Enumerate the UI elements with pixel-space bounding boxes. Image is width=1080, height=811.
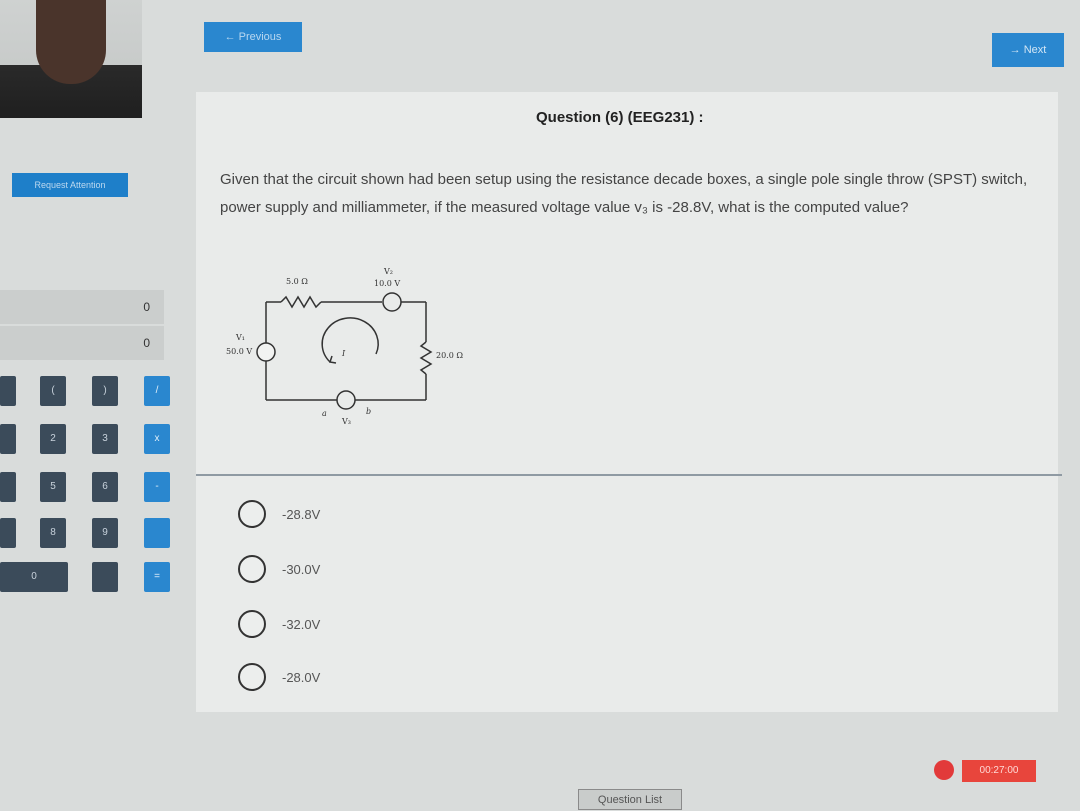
webcam-feed (0, 0, 142, 118)
calculator-display-top: 0 (0, 290, 164, 324)
calc-key-9[interactable]: 9 (92, 518, 118, 548)
v3-name: V₃ (341, 417, 351, 426)
option-1[interactable]: -28.8V (238, 500, 320, 528)
option-label: -28.0V (282, 669, 321, 685)
option-2[interactable]: -30.0V (238, 555, 320, 583)
calc-key-3[interactable]: 3 (92, 424, 118, 454)
question-title: Question (6) (EEG231) : (536, 109, 704, 126)
r1-label: 5.0 Ω (286, 277, 308, 286)
v1-name: V₁ (235, 333, 245, 342)
radio-button[interactable] (238, 555, 266, 583)
option-4[interactable]: -28.0V (238, 663, 320, 691)
calc-key[interactable] (0, 518, 16, 548)
previous-button[interactable]: ← Previous (204, 22, 302, 52)
node-b-label: b (366, 407, 371, 416)
node-a-label: a (322, 409, 327, 418)
question-list-button[interactable]: Question List (578, 789, 682, 810)
option-label: -32.0V (282, 616, 321, 632)
alarm-clock-icon (934, 760, 954, 780)
proctor-face (36, 0, 106, 84)
option-label: -30.0V (282, 561, 321, 577)
calculator-value-bottom: 0 (143, 336, 150, 350)
calc-key-multiply[interactable]: x (144, 424, 170, 454)
calc-key[interactable] (0, 472, 16, 502)
option-3[interactable]: -32.0V (238, 610, 320, 638)
radio-button[interactable] (238, 500, 266, 528)
calc-key-close-paren[interactable]: ) (92, 376, 118, 406)
r2-label: 20.0 Ω (436, 351, 463, 360)
next-button[interactable]: → Next (992, 33, 1064, 67)
radio-button[interactable] (238, 610, 266, 638)
divider (196, 474, 1062, 476)
calc-key-minus[interactable]: - (144, 472, 170, 502)
request-attention-button[interactable]: Request Attention (12, 173, 128, 197)
calc-key[interactable] (0, 424, 16, 454)
calc-key-plus[interactable] (144, 518, 170, 548)
calc-key-0[interactable]: 0 (0, 562, 68, 592)
calc-key-8[interactable]: 8 (40, 518, 66, 548)
question-text: Given that the circuit shown had been se… (220, 171, 1028, 216)
v2-value: 10.0 V (374, 279, 400, 288)
calc-key-5[interactable]: 5 (40, 472, 66, 502)
calc-key[interactable] (0, 376, 16, 406)
calc-key-6[interactable]: 6 (92, 472, 118, 502)
v1-value: 50.0 V (226, 347, 252, 356)
radio-button[interactable] (238, 663, 266, 691)
option-label: -28.8V (282, 506, 321, 522)
calculator-value-top: 0 (143, 300, 150, 314)
countdown-timer: 00:27:00 (962, 760, 1036, 782)
calc-key-equals[interactable]: = (144, 562, 170, 592)
circuit-diagram: 5.0 Ω V₂ 10.0 V V₁ 50.0 V 20.0 Ω I a b V… (226, 267, 463, 426)
calc-key-open-paren[interactable]: ( (40, 376, 66, 406)
calculator-display-bottom: 0 (0, 326, 164, 360)
question-card: Question (6) (EEG231) : Given that the c… (196, 92, 1062, 712)
v2-name: V₂ (383, 267, 393, 276)
current-label: I (341, 349, 346, 358)
calc-key-divide[interactable]: / (144, 376, 170, 406)
calc-key-2[interactable]: 2 (40, 424, 66, 454)
calc-key-decimal[interactable] (92, 562, 118, 592)
